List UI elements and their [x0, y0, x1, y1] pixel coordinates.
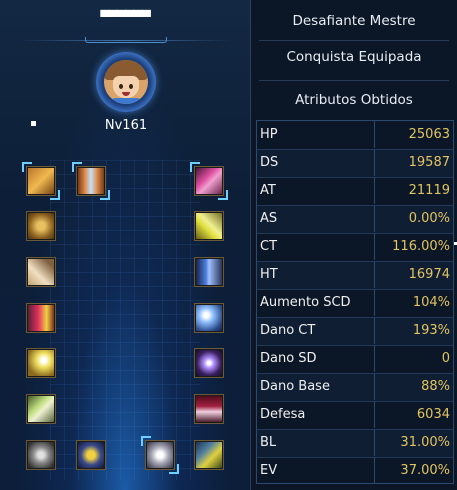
stat-label: Defesa [257, 401, 375, 428]
stat-value: 19587 [408, 155, 450, 170]
stat-value: 25063 [408, 127, 450, 142]
stat-value: 104% [412, 295, 450, 310]
stat-label: BL [257, 429, 375, 456]
stat-label: HP [257, 121, 375, 148]
stat-label: DS [257, 149, 375, 176]
slot-device[interactable] [190, 162, 228, 200]
stat-value: 6034 [416, 407, 450, 422]
stat-value: 16974 [408, 267, 450, 282]
stat-label: Dano Base [257, 373, 375, 400]
title-separator [259, 40, 449, 41]
stat-value: 37.00% [400, 463, 450, 478]
stat-row-ev: EV 37.00% [257, 457, 453, 485]
stat-label: Dano SD [257, 345, 375, 372]
stat-label: AS [257, 205, 375, 232]
slot-wings-badge[interactable] [72, 162, 110, 200]
slot-gear[interactable] [26, 394, 56, 424]
slot-yellow-chip[interactable] [194, 211, 224, 241]
character-name: ▀▀▀▀▀▀ [100, 10, 150, 24]
glow-grid-background [50, 160, 200, 480]
slot-gloves[interactable] [26, 257, 56, 287]
slot-chip[interactable] [26, 440, 56, 470]
stats-table: HP 25063 DS 19587 AT 21119 AS 0.00% CT 1… [256, 120, 454, 484]
stat-label: HT [257, 261, 375, 288]
title-label: Desafiante Mestre [292, 13, 416, 29]
slot-cartridge[interactable] [194, 440, 224, 470]
attributes-header: Atributos Obtidos [295, 92, 413, 108]
slot-pants[interactable] [26, 303, 56, 333]
slot-boots[interactable] [26, 348, 56, 378]
achievement-separator [259, 80, 449, 81]
avatar[interactable] [96, 52, 156, 112]
stat-label: CT [257, 233, 375, 260]
stat-value: 0 [441, 351, 450, 366]
stat-row-at: AT 21119 [257, 177, 453, 206]
slot-disc[interactable] [141, 436, 179, 474]
character-level: Nv161 [104, 118, 148, 133]
stat-label: Aumento SCD [257, 289, 375, 316]
stat-row-dano-ct: Dano CT 193% [257, 317, 453, 346]
stat-row-as: AS 0.00% [257, 205, 453, 234]
stat-label: AT [257, 177, 375, 204]
stat-value: 21119 [408, 183, 450, 198]
stat-value: 88% [421, 379, 450, 394]
slot-ring[interactable] [194, 348, 224, 378]
stat-value: 193% [412, 323, 450, 338]
stat-row-dano-sd: Dano SD 0 [257, 345, 453, 374]
slot-helmet[interactable] [22, 162, 60, 200]
slot-accessory[interactable] [26, 211, 56, 241]
stat-row-aumento-scd: Aumento SCD 104% [257, 289, 453, 318]
stat-value: 31.00% [400, 435, 450, 450]
character-panel: ▀▀▀▀▀▀ Nv161 [0, 0, 251, 490]
avatar-portrait-icon [104, 60, 148, 104]
name-divider-ornament [85, 37, 167, 43]
attributes-panel: Desafiante Mestre Conquista Equipada Atr… [251, 0, 457, 490]
stat-row-defesa: Defesa 6034 [257, 401, 453, 430]
slot-seal[interactable] [194, 394, 224, 424]
stat-row-ds: DS 19587 [257, 149, 453, 178]
stat-value: 116.00% [392, 239, 450, 254]
stat-label: EV [257, 457, 375, 484]
stat-row-hp: HP 25063 [257, 121, 453, 150]
stat-value: 0.00% [408, 211, 450, 226]
slot-digivice[interactable] [194, 257, 224, 287]
stat-row-bl: BL 31.00% [257, 429, 453, 458]
stat-row-dano-base: Dano Base 88% [257, 373, 453, 402]
stat-label: Dano CT [257, 317, 375, 344]
slot-emblem[interactable] [76, 440, 106, 470]
stat-row-ct: CT 116.00% [257, 233, 453, 262]
stat-row-ht: HT 16974 [257, 261, 453, 290]
slot-crest[interactable] [194, 303, 224, 333]
status-dot [31, 121, 36, 126]
achievement-button[interactable]: Conquista Equipada [251, 49, 457, 65]
